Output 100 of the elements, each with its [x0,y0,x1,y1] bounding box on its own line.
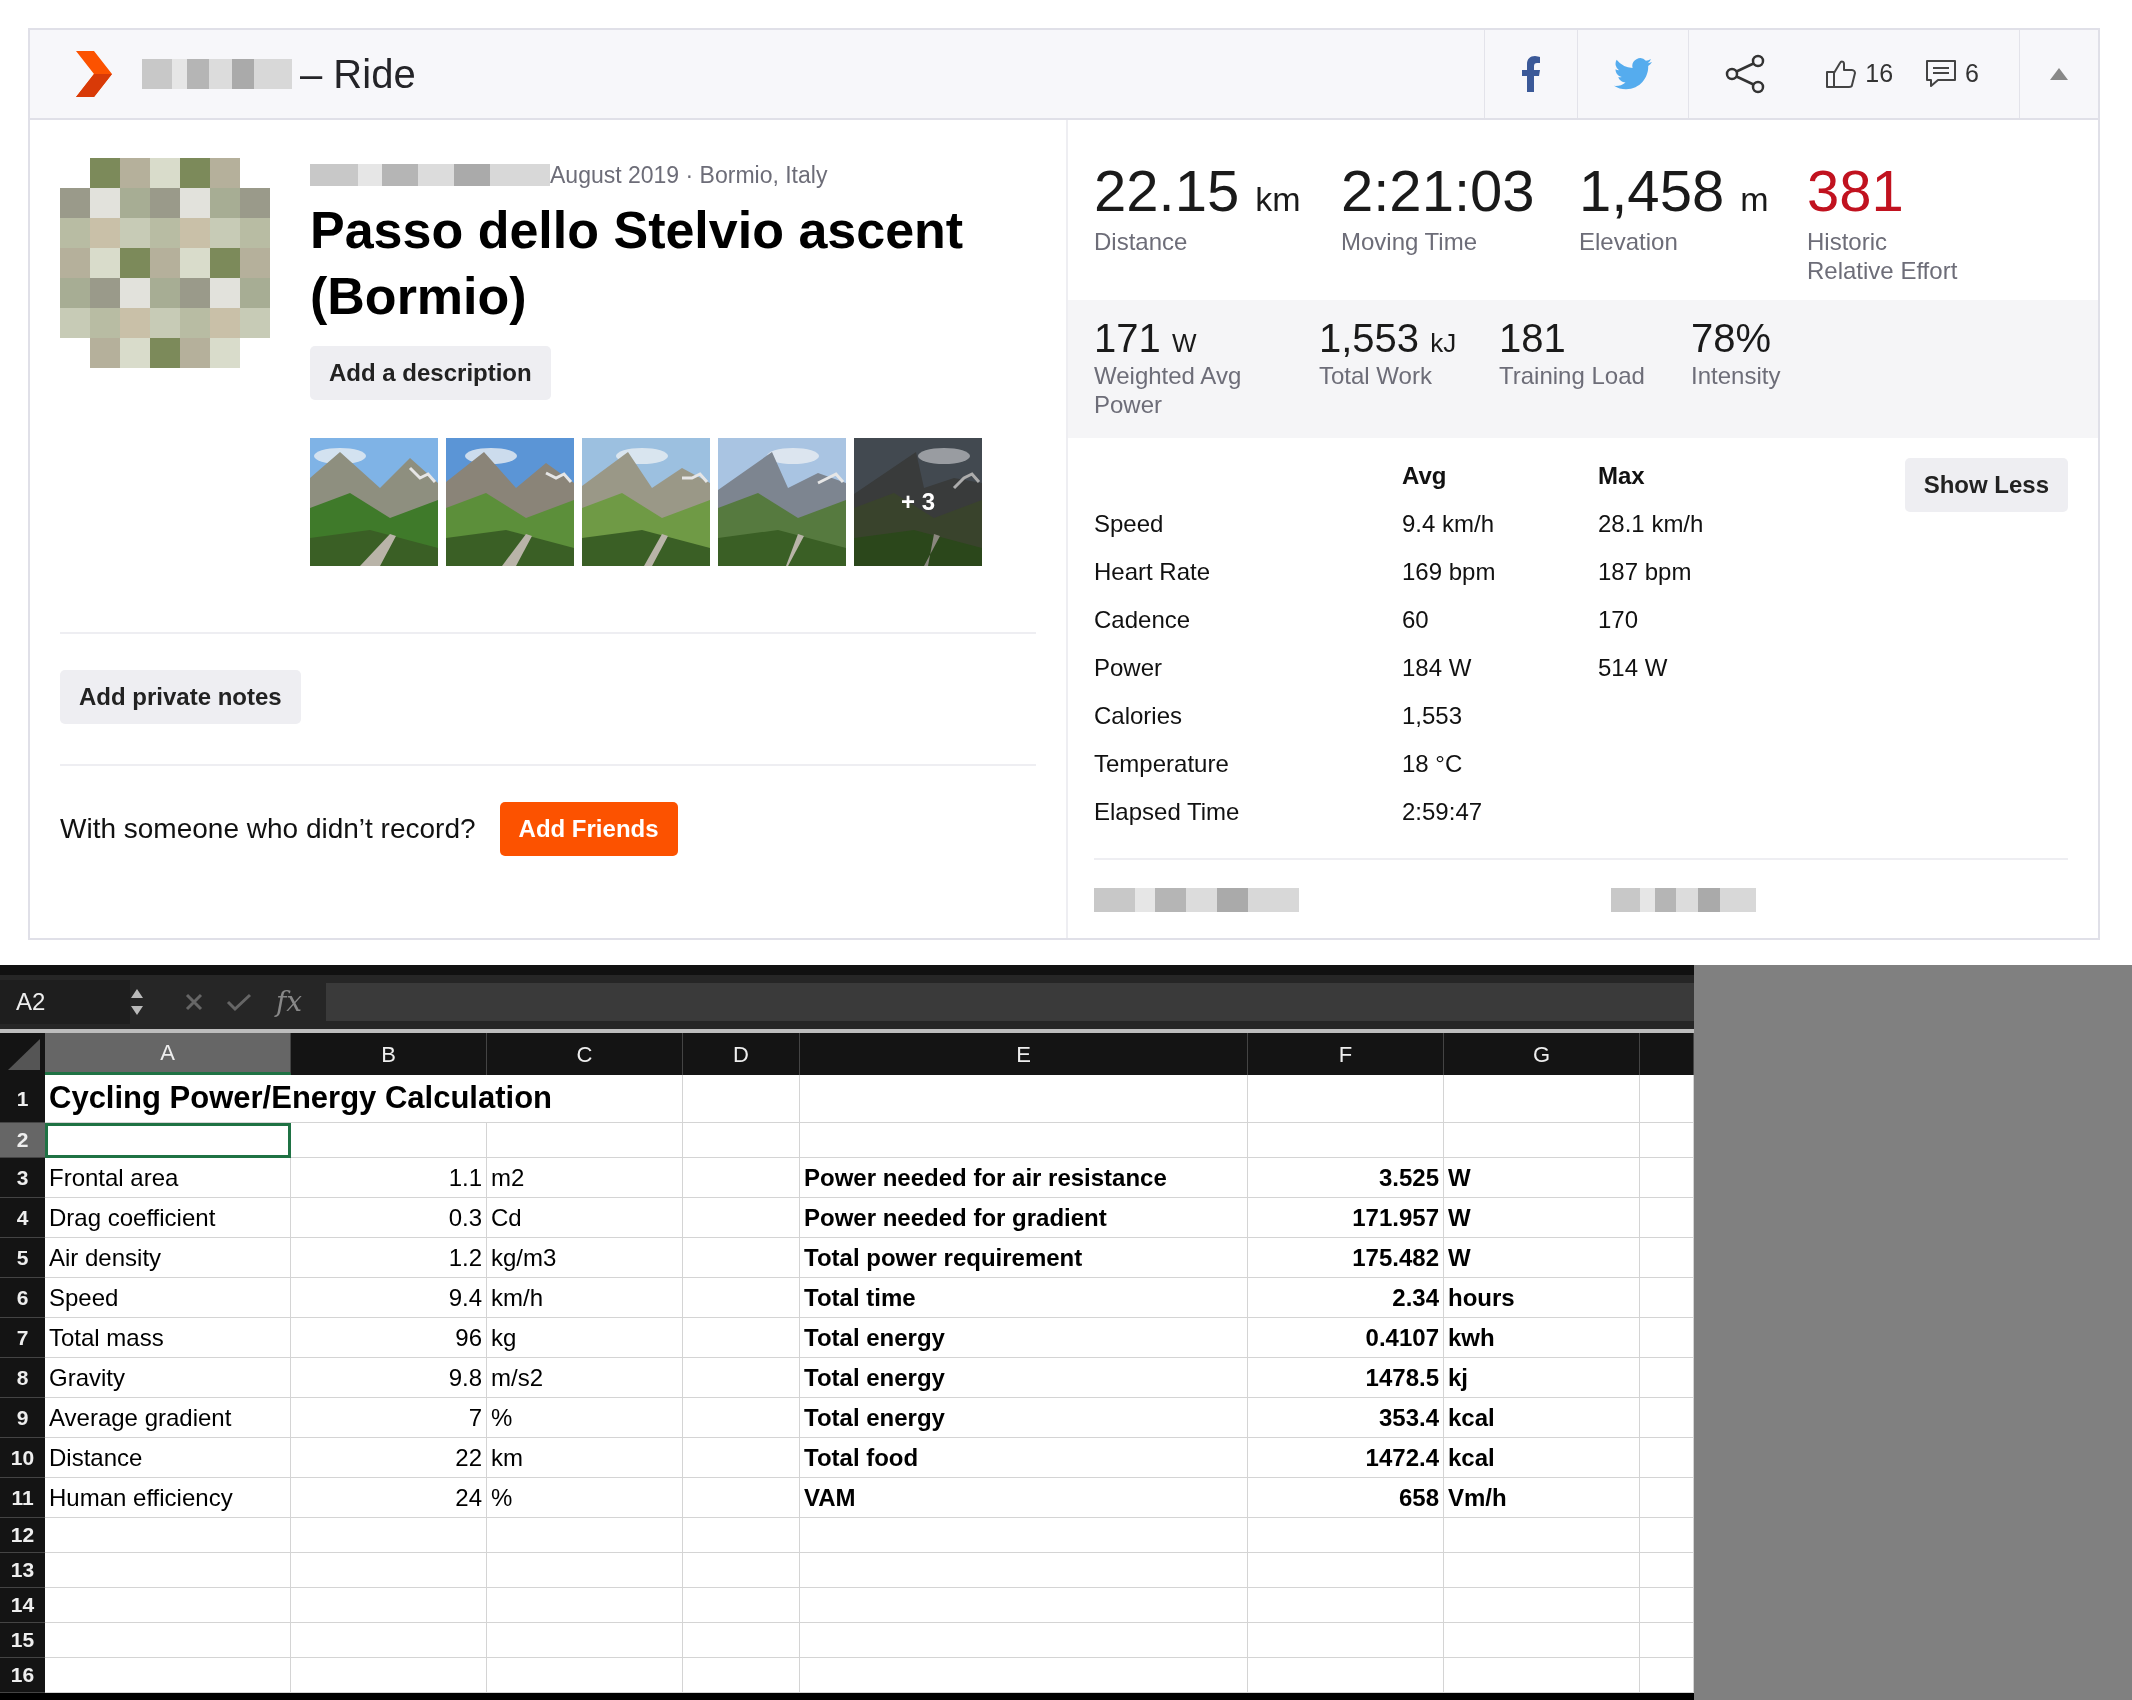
table-cell: Total energy [800,1398,1248,1438]
table-cell: Drag coefficient [45,1198,291,1238]
row-header[interactable]: 5 [0,1238,45,1278]
collapse-icon[interactable] [2050,68,2068,80]
show-less-button[interactable]: Show Less [1904,458,2068,512]
table-cell: 9.8 [291,1358,487,1398]
table-cell: kwh [1444,1318,1640,1358]
comment-icon [1925,59,1958,89]
table-cell: Cycling Power/Energy Calculation [45,1075,683,1123]
stat-name: Speed [1094,510,1164,537]
table-cell: 3.525 [1248,1158,1444,1198]
stat-label: Historic Relative Effort [1807,228,1959,286]
column-header[interactable]: B [291,1033,487,1075]
table-cell: km [487,1438,683,1478]
table-cell: Total time [800,1278,1248,1318]
name-box[interactable]: A2 [0,980,130,1024]
activity-type-title: – Ride [300,51,416,98]
logo-icon[interactable] [74,51,114,97]
stat-label: Weighted Avg Power [1094,362,1243,420]
row-header[interactable]: 15 [0,1623,45,1658]
stat-name: Power [1094,654,1163,681]
table-cell: Human efficiency [45,1478,291,1518]
table-cell: Speed [45,1278,291,1318]
column-header[interactable]: E [800,1033,1248,1075]
table-cell: W [1444,1238,1640,1278]
stat-value: 181 [1499,318,1567,358]
kudos-button[interactable]: 16 [1801,55,1910,93]
avg-value: 2:59:47 [1402,798,1483,825]
table-cell: Total energy [800,1358,1248,1398]
table-cell: 353.4 [1248,1398,1444,1438]
stat-name: Temperature [1094,750,1229,777]
table-cell: Gravity [45,1358,291,1398]
table-cell: % [487,1398,683,1438]
stat-value: 381 [1807,162,1905,220]
column-header[interactable]: D [683,1033,800,1075]
row-header[interactable]: 14 [0,1588,45,1623]
confirm-icon[interactable] [226,992,252,1012]
column-header[interactable]: A [45,1033,291,1075]
table-cell: Total food [800,1438,1248,1478]
stat-label: Training Load [1499,362,1646,391]
table-cell: W [1444,1158,1640,1198]
add-notes-button[interactable]: Add private notes [60,669,301,724]
row-header[interactable]: 4 [0,1198,45,1238]
row-header[interactable]: 1 [0,1075,45,1123]
table-cell: kg [487,1318,683,1358]
kudos-count: 16 [1865,58,1894,90]
row-header[interactable]: 16 [0,1658,45,1693]
table-cell: VAM [800,1478,1248,1518]
table-cell: m/s2 [487,1358,683,1398]
activity-date-location: August 2019 · Bormio, Italy [550,161,828,190]
table-cell: 1472.4 [1248,1438,1444,1478]
row-header[interactable]: 2 [0,1123,45,1158]
cancel-icon[interactable] [184,992,204,1012]
avg-value: 60 [1402,606,1429,633]
table-cell: 171.957 [1248,1198,1444,1238]
table-cell: 2.34 [1248,1278,1444,1318]
share-icon[interactable] [1725,54,1766,94]
column-header[interactable]: C [487,1033,683,1075]
comment-count: 6 [1965,58,1979,90]
row-header[interactable]: 12 [0,1518,45,1553]
select-all-icon[interactable] [0,1033,45,1075]
table-cell: 0.4107 [1248,1318,1444,1358]
thumbs-up-icon [1825,59,1858,89]
row-header[interactable]: 7 [0,1318,45,1358]
row-header[interactable]: 3 [0,1158,45,1198]
row-header[interactable]: 8 [0,1358,45,1398]
row-header[interactable]: 9 [0,1398,45,1438]
table-cell: Power needed for air resistance [800,1158,1248,1198]
table-cell: % [487,1478,683,1518]
avg-value: 18 °C [1402,750,1463,777]
table-cell: m2 [487,1158,683,1198]
stat-name: Calories [1094,702,1183,729]
activity-title: Passo dello Stelvio ascent (Bormio) [310,199,965,328]
row-header[interactable]: 6 [0,1278,45,1318]
more-photos-count[interactable]: + 3 [901,483,935,520]
table-cell: Average gradient [45,1398,291,1438]
facebook-icon[interactable] [1521,56,1542,92]
table-cell: 1478.5 [1248,1358,1444,1398]
column-header: Avg [1402,461,1448,491]
table-cell: Vm/h [1444,1478,1640,1518]
comments-button[interactable]: 6 [1909,55,1995,93]
stat-name: Heart Rate [1094,558,1211,585]
table-cell: kcal [1444,1438,1640,1478]
row-header[interactable]: 11 [0,1478,45,1518]
row-header[interactable]: 10 [0,1438,45,1478]
active-cell[interactable] [45,1123,291,1158]
stat-value: 171 W [1094,318,1198,358]
add-description-button[interactable]: Add a description [310,345,551,400]
column-header[interactable]: F [1248,1033,1444,1075]
table-cell: Cd [487,1198,683,1238]
stat-value: 78% [1691,318,1773,358]
function-label[interactable]: fx [276,981,303,1023]
table-cell: kj [1444,1358,1640,1398]
column-header[interactable]: G [1444,1033,1640,1075]
formula-field[interactable] [326,983,1694,1021]
row-header[interactable]: 13 [0,1553,45,1588]
table-cell: km/h [487,1278,683,1318]
stat-label: Moving Time [1341,228,1479,257]
stat-value: 22.15 km [1094,162,1302,220]
table-cell: 1.1 [291,1158,487,1198]
